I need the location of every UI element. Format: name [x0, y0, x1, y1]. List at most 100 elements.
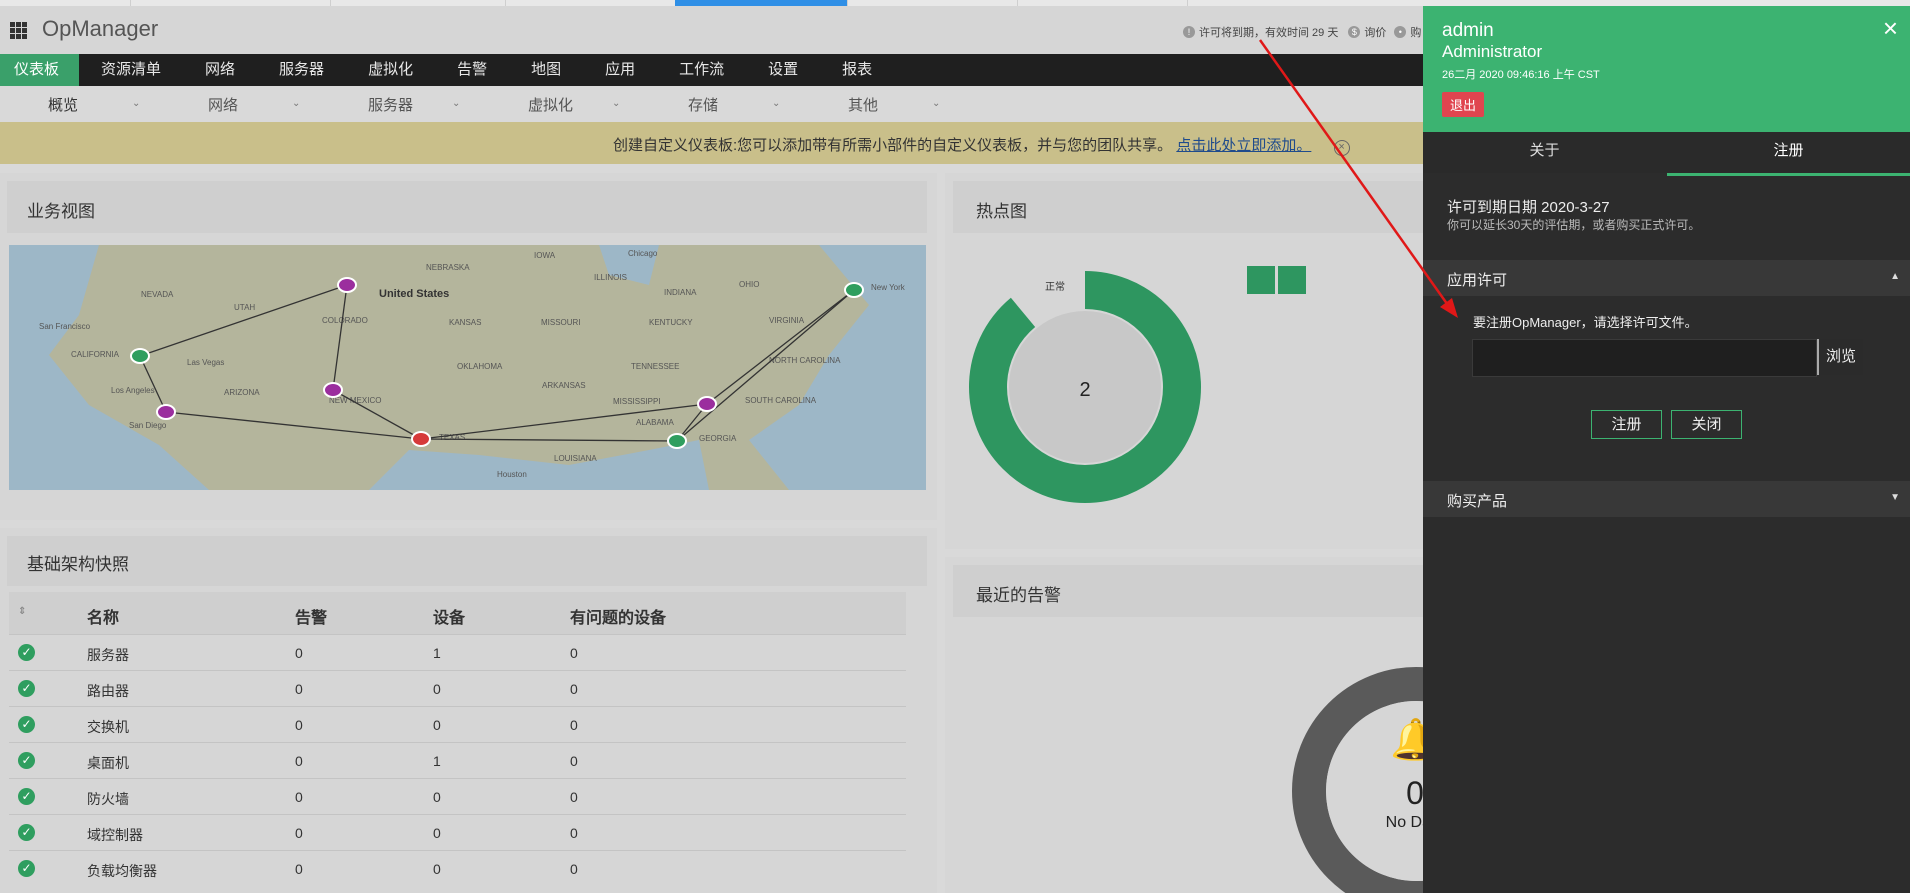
check-icon: ✓	[18, 860, 35, 877]
row-name[interactable]: 桌面机	[87, 753, 129, 773]
map-label: KENTUCKY	[649, 318, 693, 327]
table-row[interactable]: ✓ 负载均衡器 0 0 0	[9, 850, 906, 886]
subnav-label: 虚拟化	[528, 97, 574, 114]
apply-license-section[interactable]: 应用许可 ▲	[1423, 260, 1910, 296]
heatmap-cell[interactable]	[1278, 266, 1306, 294]
map-node-purple[interactable]	[156, 404, 176, 420]
nav-apps[interactable]: 应用	[583, 54, 657, 86]
buy-product-section[interactable]: 购买产品 ▼	[1423, 481, 1910, 517]
banner-add-link[interactable]: 点击此处立即添加。	[1176, 137, 1311, 154]
buy-link[interactable]: 购	[1410, 24, 1421, 40]
nav-virtualization[interactable]: 虚拟化	[346, 54, 435, 86]
map-label: OHIO	[739, 280, 759, 289]
subnav-storage[interactable]: 存储 ⌄	[640, 86, 800, 122]
license-expiry: 许可到期日期 2020-3-27	[1447, 199, 1610, 216]
heatmap-count: 2	[1079, 379, 1090, 401]
row-problem: 0	[570, 753, 578, 769]
business-view-header: 业务视图	[7, 181, 927, 233]
nav-inventory[interactable]: 资源清单	[79, 54, 183, 86]
close-button[interactable]: 关闭	[1671, 410, 1742, 439]
browse-button[interactable]: 浏览	[1817, 339, 1863, 375]
map-node-green[interactable]	[130, 348, 150, 364]
map-node-purple[interactable]	[323, 382, 343, 398]
subnav-others[interactable]: 其他 ⌄	[800, 86, 960, 122]
heatmap-title: 热点图	[976, 202, 1027, 221]
table-row[interactable]: ✓ 桌面机 0 1 0	[9, 742, 906, 778]
map-label: Houston	[497, 470, 527, 479]
row-name[interactable]: 服务器	[87, 645, 129, 665]
table-row[interactable]: ✓ 防火墙 0 0 0	[9, 778, 906, 814]
map-label: San Diego	[129, 421, 167, 430]
nav-dashboard[interactable]: 仪表板	[0, 54, 80, 86]
side-tabs: 关于 注册	[1423, 132, 1910, 176]
nav-servers[interactable]: 服务器	[257, 54, 346, 86]
subnav-label: 其他	[848, 97, 879, 114]
row-name[interactable]: 交换机	[87, 717, 129, 737]
app-grid-icon[interactable]	[10, 22, 27, 39]
alarms-count: 0	[1406, 775, 1424, 811]
map-node-green[interactable]	[844, 282, 864, 298]
row-problem: 0	[570, 681, 578, 697]
heatmap-cell[interactable]	[1247, 266, 1275, 294]
nav-settings[interactable]: 设置	[746, 54, 820, 86]
row-alarms: 0	[295, 681, 303, 697]
tab-register[interactable]: 注册	[1667, 132, 1910, 176]
table-row[interactable]: ✓ 服务器 0 1 0	[9, 634, 906, 670]
subnav-virtualization[interactable]: 虚拟化 ⌄	[480, 86, 640, 122]
row-alarms: 0	[295, 861, 303, 877]
col-name[interactable]: 名称	[87, 604, 119, 628]
subnav-overview[interactable]: 概览 ⌄	[0, 86, 160, 125]
map-label: UTAH	[234, 303, 255, 312]
check-icon: ✓	[18, 644, 35, 661]
map-label: ILLINOIS	[594, 273, 627, 282]
row-devices: 0	[433, 825, 441, 841]
row-problem: 0	[570, 789, 578, 805]
license-file-input[interactable]	[1472, 339, 1817, 377]
infra-table: ⇕ 名称 告警 设备 有问题的设备 ✓ 服务器 0 1 0 ✓ 路由器 0 0 0 ✓ 交换机 0 0…	[9, 592, 906, 886]
nav-maps[interactable]: 地图	[509, 54, 583, 86]
tab-about[interactable]: 关于	[1423, 132, 1666, 173]
row-alarms: 0	[295, 789, 303, 805]
row-name[interactable]: 负载均衡器	[87, 861, 157, 881]
row-name[interactable]: 防火墙	[87, 789, 129, 809]
map-node-green[interactable]	[667, 433, 687, 449]
table-row[interactable]: ✓ 路由器 0 0 0	[9, 670, 906, 706]
map-label: NEVADA	[141, 290, 174, 299]
map-svg: NEBRASKA IOWA Chicago NEVADA UTAH United…	[9, 245, 926, 490]
license-note[interactable]: ! 许可将到期，有效时间 29 天 $ 询价 • 购	[1183, 24, 1421, 40]
map-label: LOUISIANA	[554, 454, 597, 463]
subnav-network[interactable]: 网络 ⌄	[160, 86, 320, 122]
quote-link[interactable]: 询价	[1364, 24, 1386, 40]
subnav-label: 概览	[48, 97, 79, 114]
close-icon[interactable]: ×	[1333, 140, 1350, 156]
nav-workflow[interactable]: 工作流	[657, 54, 746, 86]
register-button[interactable]: 注册	[1591, 410, 1662, 439]
nav-reports[interactable]: 报表	[820, 54, 894, 86]
nav-alarms[interactable]: 告警	[435, 54, 509, 86]
col-problem-devices[interactable]: 有问题的设备	[570, 604, 666, 628]
table-row[interactable]: ✓ 域控制器 0 0 0	[9, 814, 906, 850]
map-node-red[interactable]	[411, 431, 431, 447]
nav-network[interactable]: 网络	[183, 54, 257, 86]
row-name[interactable]: 路由器	[87, 681, 129, 701]
chevron-down-icon: ⌄	[612, 98, 621, 109]
map-label: KANSAS	[449, 318, 481, 327]
table-row[interactable]: ✓ 交换机 0 0 0	[9, 706, 906, 742]
login-time: 26二月 2020 09:46:16 上午 CST	[1442, 69, 1600, 81]
col-alarms[interactable]: 告警	[295, 604, 327, 628]
col-devices[interactable]: 设备	[433, 604, 465, 628]
map-label: MISSISSIPPI	[613, 397, 661, 406]
sort-icon[interactable]: ⇕	[18, 606, 26, 617]
heatmap-donut[interactable]: 2 正常	[960, 262, 1220, 512]
map-node-purple[interactable]	[697, 396, 717, 412]
row-name[interactable]: 域控制器	[87, 825, 143, 845]
map-node-purple[interactable]	[337, 277, 357, 293]
info-banner: 创建自定义仪表板:您可以添加带有所需小部件的自定义仪表板，并与您的团队共享。 点…	[0, 122, 1423, 164]
subnav-servers[interactable]: 服务器 ⌄	[320, 86, 480, 122]
business-map[interactable]: NEBRASKA IOWA Chicago NEVADA UTAH United…	[9, 245, 926, 490]
logout-button[interactable]: 退出	[1442, 92, 1485, 117]
user-header: admin Administrator 26二月 2020 09:46:16 上…	[1423, 6, 1910, 132]
close-icon[interactable]: ×	[1883, 15, 1898, 41]
app-logo[interactable]: OpManager	[42, 16, 158, 42]
recent-alarms-title: 最近的告警	[976, 586, 1061, 605]
